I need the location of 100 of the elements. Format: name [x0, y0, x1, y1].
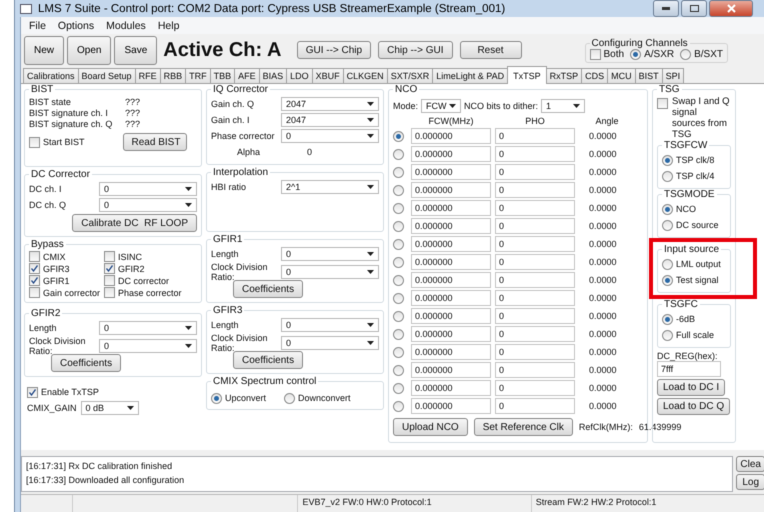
checkbox[interactable]: [104, 251, 115, 262]
radio-button[interactable]: [393, 238, 404, 250]
pho-field[interactable]: 0: [495, 146, 575, 162]
fcw-field[interactable]: 0.000000: [411, 200, 491, 216]
radio-button[interactable]: [393, 310, 404, 322]
fcw-field[interactable]: 0.000000: [411, 254, 491, 270]
fcw-field[interactable]: 0.000000: [411, 398, 491, 414]
fcw-field[interactable]: 0.000000: [411, 164, 491, 180]
fcw-field[interactable]: 0.000000: [411, 236, 491, 252]
pho-field[interactable]: 0: [495, 326, 575, 342]
fcw-field[interactable]: 0.000000: [411, 326, 491, 342]
tab[interactable]: MCU: [607, 68, 636, 83]
maximize-icon[interactable]: [681, 0, 707, 17]
fcw-field[interactable]: 0.000000: [411, 308, 491, 324]
pho-field[interactable]: 0: [495, 362, 575, 378]
tab[interactable]: XBUF: [312, 68, 344, 83]
dropdown[interactable]: 1: [541, 99, 586, 113]
minimize-icon[interactable]: [653, 0, 679, 17]
pho-field[interactable]: 0: [495, 254, 575, 270]
tab[interactable]: BIAS: [258, 68, 288, 83]
toolbar-button[interactable]: Open: [67, 36, 112, 64]
tab[interactable]: LDO: [286, 68, 313, 83]
radio-button[interactable]: [662, 330, 673, 340]
action-button[interactable]: GUI --> Chip: [296, 41, 372, 59]
tab[interactable]: AFE: [234, 68, 260, 83]
radio-button[interactable]: [393, 202, 404, 214]
pho-field[interactable]: 0: [495, 380, 575, 396]
radio-button[interactable]: [662, 170, 673, 182]
tab[interactable]: TRF: [185, 68, 211, 83]
pho-field[interactable]: 0: [495, 290, 575, 306]
tab[interactable]: LimeLight & PAD: [432, 68, 508, 83]
checkbox[interactable]: [29, 251, 40, 262]
dropdown[interactable]: 2^1: [281, 180, 379, 194]
tab[interactable]: RxTSP: [546, 68, 582, 83]
radio-button[interactable]: [393, 166, 404, 178]
checkbox[interactable]: [104, 287, 115, 298]
dropdown[interactable]: 0: [281, 129, 379, 143]
toolbar-button[interactable]: New: [24, 36, 64, 64]
dropdown[interactable]: 0: [99, 198, 197, 212]
radio-button[interactable]: [662, 258, 673, 270]
dropdown[interactable]: 0: [99, 339, 197, 353]
dropdown[interactable]: 0: [99, 182, 197, 196]
dropdown[interactable]: 2047: [281, 113, 379, 127]
radio-button[interactable]: [393, 130, 404, 142]
coefficients-button[interactable]: Coefficients: [51, 354, 122, 372]
checkbox[interactable]: [590, 48, 600, 60]
action-button[interactable]: Chip --> GUI: [378, 41, 452, 59]
checkbox[interactable]: [29, 275, 40, 286]
dc-reg-field[interactable]: 7fff: [657, 361, 721, 377]
radio-button[interactable]: [393, 400, 404, 412]
menu-item[interactable]: Help: [152, 20, 186, 32]
load-button[interactable]: Load to DC I: [657, 379, 726, 396]
pho-field[interactable]: 0: [495, 398, 575, 414]
tab[interactable]: Board Setup: [78, 68, 136, 83]
tab[interactable]: BIST: [634, 68, 663, 83]
checkbox[interactable]: [29, 263, 40, 274]
dropdown[interactable]: 2047: [281, 97, 379, 111]
checkbox[interactable]: [657, 98, 668, 109]
radio-button[interactable]: [662, 314, 673, 324]
radio-button[interactable]: [662, 204, 673, 214]
log-button[interactable]: Clea: [736, 456, 764, 472]
nco-button[interactable]: Set Reference Clk: [474, 418, 573, 436]
tab[interactable]: CLKGEN: [342, 68, 388, 83]
calibrate-button[interactable]: Calibrate DC RF LOOP: [72, 214, 197, 232]
pho-field[interactable]: 0: [495, 164, 575, 180]
radio-button[interactable]: [393, 364, 404, 376]
load-button[interactable]: Load to DC Q: [657, 398, 730, 415]
dropdown[interactable]: FCW: [421, 99, 462, 113]
dropdown[interactable]: 0: [281, 336, 379, 350]
fcw-field[interactable]: 0.000000: [411, 362, 491, 378]
radio-button[interactable]: [680, 48, 692, 60]
radio-button[interactable]: [393, 328, 404, 340]
dropdown[interactable]: 0: [281, 265, 379, 279]
menu-item[interactable]: Modules: [100, 20, 152, 32]
checkbox[interactable]: [104, 263, 115, 274]
fcw-field[interactable]: 0.000000: [411, 182, 491, 198]
tab[interactable]: RFE: [134, 68, 161, 83]
tab[interactable]: CDS: [581, 68, 608, 83]
menu-item[interactable]: Options: [52, 20, 100, 32]
fcw-field[interactable]: 0.000000: [411, 146, 491, 162]
tab[interactable]: SXT/SXR: [386, 68, 434, 83]
dropdown[interactable]: 0 dB: [80, 401, 139, 415]
radio-button[interactable]: [662, 154, 673, 166]
fcw-field[interactable]: 0.000000: [411, 380, 491, 396]
pho-field[interactable]: 0: [495, 344, 575, 360]
pho-field[interactable]: 0: [495, 200, 575, 216]
checkbox[interactable]: [29, 136, 40, 148]
pho-field[interactable]: 0: [495, 218, 575, 234]
tab[interactable]: TBB: [210, 68, 236, 83]
pho-field[interactable]: 0: [495, 182, 575, 198]
radio-button[interactable]: [393, 274, 404, 286]
checkbox[interactable]: [104, 275, 115, 286]
pho-field[interactable]: 0: [495, 128, 575, 144]
radio-button[interactable]: [393, 220, 404, 232]
action-button[interactable]: Reset: [460, 41, 522, 59]
fcw-field[interactable]: 0.000000: [411, 128, 491, 144]
fcw-field[interactable]: 0.000000: [411, 218, 491, 234]
radio-button[interactable]: [393, 382, 404, 394]
toolbar-button[interactable]: Save: [114, 36, 158, 64]
checkbox[interactable]: [29, 287, 40, 298]
